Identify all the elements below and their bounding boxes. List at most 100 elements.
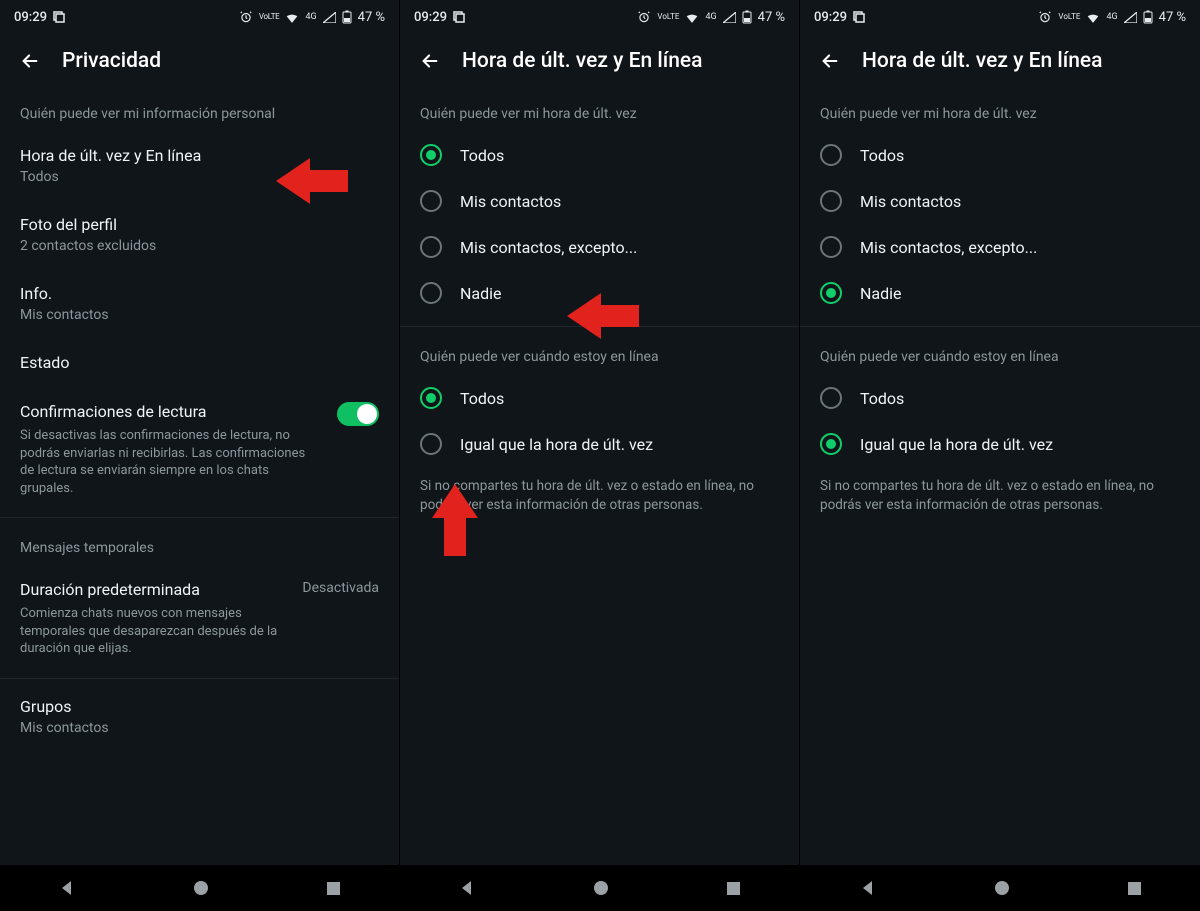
radio-label: Igual que la hora de últ. vez (460, 435, 653, 454)
radio-label: Mis contactos (460, 192, 561, 211)
setting-value: Mis contactos (20, 307, 109, 323)
section-header-last-seen: Quién puede ver mi hora de últ. vez (400, 88, 799, 132)
status-network: 4G (705, 12, 716, 22)
radio-nobody[interactable]: Nadie (800, 270, 1200, 316)
radio-everyone[interactable]: Todos (400, 132, 799, 178)
battery-icon (1143, 10, 1153, 24)
radio-button-icon (820, 236, 842, 258)
setting-about[interactable]: Info. Mis contactos (0, 270, 399, 339)
radio-my-contacts[interactable]: Mis contactos (800, 178, 1200, 224)
setting-description: Comienza chats nuevos con mensajes tempo… (20, 605, 280, 658)
radio-button-icon (820, 282, 842, 304)
setting-label: Confirmaciones de lectura (20, 402, 325, 421)
radio-label: Nadie (860, 284, 902, 303)
setting-default-timer[interactable]: Duración predeterminada Comienza chats n… (0, 566, 399, 674)
radio-button-icon (420, 144, 442, 166)
status-volte: VoLTE (1058, 13, 1080, 21)
nav-back-button[interactable] (58, 879, 76, 897)
radio-button-icon (820, 144, 842, 166)
status-network: 4G (1106, 12, 1117, 22)
alarm-icon (1038, 10, 1052, 24)
page-title: Hora de últ. vez y En línea (462, 49, 702, 73)
section-header-disappearing: Mensajes temporales (0, 522, 399, 566)
nav-recent-button[interactable] (726, 881, 741, 896)
radio-label: Mis contactos, excepto... (860, 238, 1037, 257)
wifi-icon (1086, 11, 1100, 23)
radio-online-same-as-last-seen[interactable]: Igual que la hora de últ. vez (400, 421, 799, 467)
divider (0, 678, 399, 679)
radio-button-icon (420, 190, 442, 212)
back-button[interactable] (816, 47, 844, 75)
status-bar: 09:29 VoLTE 4G 47 % (400, 0, 799, 34)
alarm-icon (637, 10, 651, 24)
radio-label: Todos (460, 146, 504, 165)
status-battery-pct: 47 % (1159, 10, 1186, 25)
section-header-last-seen: Quién puede ver mi hora de últ. vez (800, 88, 1200, 132)
nav-home-button[interactable] (994, 880, 1010, 896)
radio-my-contacts-except[interactable]: Mis contactos, excepto... (800, 224, 1200, 270)
setting-value: 2 contactos excluidos (20, 238, 156, 254)
screenshot-icon (453, 11, 465, 23)
radio-online-same-as-last-seen[interactable]: Igual que la hora de últ. vez (800, 421, 1200, 467)
radio-button-icon (820, 190, 842, 212)
app-bar: Privacidad (0, 34, 399, 88)
read-receipts-toggle[interactable] (337, 402, 379, 426)
radio-label: Nadie (460, 284, 502, 303)
page-title: Privacidad (62, 49, 161, 73)
status-network: 4G (305, 12, 316, 22)
radio-online-everyone[interactable]: Todos (800, 375, 1200, 421)
back-button[interactable] (416, 47, 444, 75)
status-bar: 09:29 VoLTE 4G 47 % (800, 0, 1200, 34)
app-bar: Hora de últ. vez y En línea (400, 34, 799, 88)
nav-home-button[interactable] (193, 880, 209, 896)
radio-label: Igual que la hora de últ. vez (860, 435, 1053, 454)
setting-profile-photo[interactable]: Foto del perfil 2 contactos excluidos (0, 201, 399, 270)
nav-recent-button[interactable] (1127, 881, 1142, 896)
radio-my-contacts[interactable]: Mis contactos (400, 178, 799, 224)
radio-online-everyone[interactable]: Todos (400, 375, 799, 421)
nav-back-button[interactable] (859, 879, 877, 897)
setting-label: Duración predeterminada (20, 580, 290, 599)
android-nav-bar (400, 865, 799, 911)
divider (800, 326, 1200, 327)
setting-read-receipts[interactable]: Confirmaciones de lectura Si desactivas … (0, 388, 399, 513)
setting-last-seen[interactable]: Hora de últ. vez y En línea Todos (0, 132, 399, 201)
divider (400, 326, 799, 327)
back-button[interactable] (16, 47, 44, 75)
screenshot-icon (53, 11, 65, 23)
privacy-note: Si no compartes tu hora de últ. vez o es… (800, 467, 1200, 521)
privacy-note: Si no compartes tu hora de últ. vez o es… (400, 467, 799, 521)
radio-button-icon (420, 282, 442, 304)
nav-back-button[interactable] (458, 879, 476, 897)
status-volte: VoLTE (657, 13, 679, 21)
setting-value: Desactivada (302, 580, 379, 596)
wifi-icon (285, 11, 299, 23)
setting-label: Foto del perfil (20, 215, 117, 234)
radio-button-icon (820, 433, 842, 455)
radio-label: Todos (860, 146, 904, 165)
radio-label: Mis contactos (860, 192, 961, 211)
radio-nobody[interactable]: Nadie (400, 270, 799, 316)
signal-icon (323, 12, 336, 23)
setting-label: Estado (20, 353, 69, 372)
radio-button-icon (820, 387, 842, 409)
nav-recent-button[interactable] (326, 881, 341, 896)
setting-status[interactable]: Estado (0, 339, 399, 388)
radio-everyone[interactable]: Todos (800, 132, 1200, 178)
radio-button-icon (420, 433, 442, 455)
setting-groups[interactable]: Grupos Mis contactos (0, 683, 399, 752)
status-time: 09:29 (814, 10, 847, 25)
nav-home-button[interactable] (593, 880, 609, 896)
status-time: 09:29 (14, 10, 47, 25)
status-volte: VoLTE (259, 13, 280, 21)
radio-my-contacts-except[interactable]: Mis contactos, excepto... (400, 224, 799, 270)
section-header-personal: Quién puede ver mi información personal (0, 88, 399, 132)
app-bar: Hora de últ. vez y En línea (800, 34, 1200, 88)
alarm-icon (239, 10, 253, 24)
radio-button-icon (420, 387, 442, 409)
screenshot-icon (853, 11, 865, 23)
status-bar: 09:29 VoLTE 4G 47 (0, 0, 399, 34)
radio-label: Mis contactos, excepto... (460, 238, 637, 257)
setting-value: Mis contactos (20, 720, 109, 736)
divider (0, 517, 399, 518)
